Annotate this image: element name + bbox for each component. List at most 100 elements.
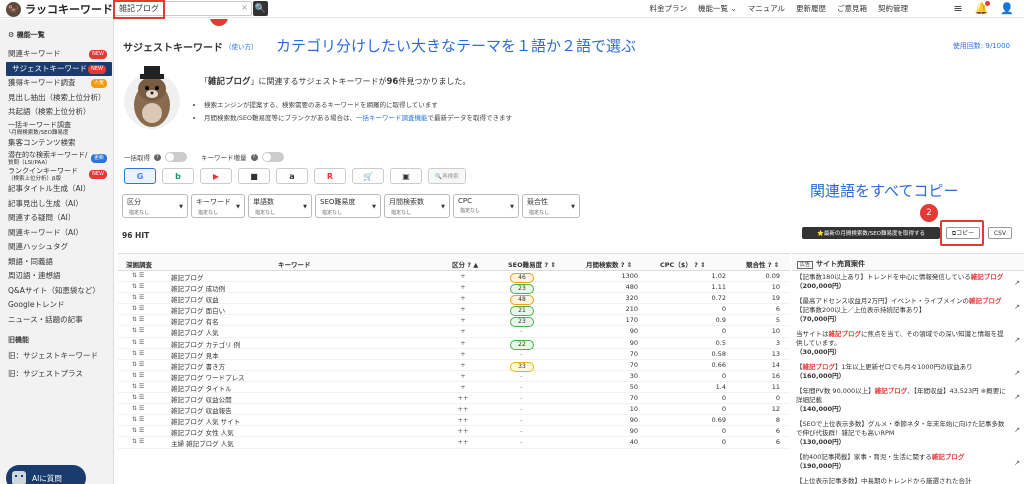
row-keyword[interactable]: 雑記ブログ — [171, 272, 204, 282]
row-keyword[interactable]: 主婦 雑記ブログ 人気 — [171, 438, 234, 448]
row-action-icons[interactable]: ⇅ ☰ — [132, 372, 144, 379]
clear-icon[interactable]: × — [241, 3, 248, 12]
sidebar-item[interactable]: 関連キーワード NEW — [0, 47, 113, 62]
nav-item[interactable]: 更新履歴 — [796, 3, 826, 14]
nav-item[interactable]: マニュアル — [748, 3, 785, 14]
filter-select[interactable]: 月間検索数 指定なし ▼ — [384, 194, 450, 218]
row-keyword[interactable]: 雑記ブログ 収益 — [171, 294, 219, 304]
row-action-icons[interactable]: ⇅ ☰ — [132, 327, 144, 334]
filter-select[interactable]: 競合性 指定なし ▼ — [522, 194, 580, 218]
ad-item[interactable]: 【最高アドセンス収益月2万円】イベント・ライブメインの雑記ブログ【記事数200以… — [796, 297, 1024, 324]
col-seo[interactable]: SEO難易度 ? ⇕ — [508, 259, 556, 269]
row-keyword[interactable]: 雑記ブログ タイトル — [171, 383, 232, 393]
external-link-icon[interactable]: ↗ — [1014, 303, 1020, 312]
row-action-icons[interactable]: ⇅ ☰ — [132, 350, 144, 357]
ad-item[interactable]: 【上位表示記事多数】中長期のトレンドから厳選された合計↗ — [796, 477, 1024, 484]
engine-tab[interactable]: 🛒 — [352, 168, 384, 184]
engine-tab[interactable]: G — [124, 168, 156, 184]
col-keyword[interactable]: キーワード — [278, 259, 311, 269]
row-action-icons[interactable]: ⇅ ☰ — [132, 294, 144, 301]
hamburger-icon[interactable]: ≡ — [953, 2, 962, 15]
ad-item[interactable]: 【記事数180以上あり】トレンドを中心に情報発信している雑記ブログ （200,00… — [796, 273, 1024, 291]
engine-tab[interactable]: ■ — [238, 168, 270, 184]
row-action-icons[interactable]: ⇅ ☰ — [132, 283, 144, 290]
row-keyword[interactable]: 雑記ブログ 人気 — [171, 327, 219, 337]
sidebar-item[interactable]: 獲得キーワード調査 人気 — [0, 76, 113, 91]
sidebar-item[interactable]: 記事見出し生成（AI） — [0, 197, 113, 212]
bell-icon[interactable]: 🔔 — [975, 1, 991, 15]
sidebar-item[interactable]: サジェストキーワード NEW — [6, 61, 112, 76]
external-link-icon[interactable]: ↗ — [1014, 279, 1020, 288]
sidebar-item[interactable]: 周辺語・連想語 — [0, 269, 113, 284]
row-keyword[interactable]: 雑記ブログ 収益報告 — [171, 405, 232, 415]
sidebar-item[interactable]: 集客コンテンツ検索 — [0, 136, 113, 151]
row-keyword[interactable]: 雑記ブログ 面白い — [171, 305, 225, 315]
toggle-increase[interactable] — [261, 152, 284, 162]
sidebar-item[interactable]: 潜在的な検索キーワード/質問（LSI/PAA） 更新 — [0, 150, 113, 166]
sidebar-item[interactable]: ニュース・話題の記事 — [0, 313, 113, 328]
fetch-latest-button[interactable]: ⭐最新の月間検索数/SEO難易度を取得する — [802, 227, 940, 239]
row-action-icons[interactable]: ⇅ ☰ — [132, 427, 144, 434]
nav-item[interactable]: ご意見箱 — [837, 3, 867, 14]
engine-tab[interactable]: a — [276, 168, 308, 184]
external-link-icon[interactable]: ↗ — [1014, 336, 1020, 345]
row-action-icons[interactable]: ⇅ ☰ — [132, 383, 144, 390]
ad-item[interactable]: 【年間PV数 90,000以上】雑記ブログ、【年間収益】43,523円 ※概要に… — [796, 387, 1024, 414]
row-action-icons[interactable]: ⇅ ☰ — [132, 316, 144, 323]
sidebar-item-old[interactable]: 旧：サジェストプラス — [0, 365, 113, 383]
ad-item[interactable]: 【SEOで上位表示多数】グルメ・季節ネタ・年末年始に向けた記事多数で伸び代抜群！… — [796, 420, 1024, 447]
col-cpc[interactable]: CPC（$） ? ⇕ — [660, 259, 706, 269]
row-action-icons[interactable]: ⇅ ☰ — [132, 339, 144, 346]
sidebar-item[interactable]: 見出し抽出（検索上位分析） — [0, 91, 113, 106]
external-link-icon[interactable]: ↗ — [1014, 393, 1020, 402]
csv-button[interactable]: CSV — [988, 227, 1012, 239]
bulk-keyword-link[interactable]: 一括キーワード調査機能 — [356, 114, 428, 122]
sidebar-item-old[interactable]: 旧：サジェストキーワード — [0, 347, 113, 365]
sidebar-item[interactable]: 類語・同義語 — [0, 255, 113, 270]
filter-select[interactable]: 単語数 指定なし ▼ — [248, 194, 312, 218]
row-action-icons[interactable]: ⇅ ☰ — [132, 405, 144, 412]
external-link-icon[interactable]: ↗ — [1014, 369, 1020, 378]
copy-button[interactable]: ⧉コピー — [946, 227, 980, 239]
filter-select[interactable]: CPC 指定なし ▼ — [453, 194, 519, 218]
row-action-icons[interactable]: ⇅ ☰ — [132, 394, 144, 401]
sidebar-item[interactable]: 関連する疑問（AI） — [0, 211, 113, 226]
filter-select[interactable]: SEO難易度 指定なし ▼ — [315, 194, 381, 218]
row-keyword[interactable]: 雑記ブログ カテゴリ 例 — [171, 339, 240, 349]
row-keyword[interactable]: 雑記ブログ ワードプレス — [171, 372, 245, 382]
row-keyword[interactable]: 雑記ブログ 書き方 — [171, 361, 225, 371]
sidebar-item[interactable]: Googleトレンド — [0, 298, 113, 313]
row-keyword[interactable]: 雑記ブログ 成功例 — [171, 283, 225, 293]
help-icon[interactable]: ? — [250, 153, 258, 161]
engine-tab[interactable]: R — [314, 168, 346, 184]
sidebar-item[interactable]: Q&Aサイト（知恵袋など） — [0, 284, 113, 299]
user-icon[interactable]: 👤 — [1000, 2, 1014, 15]
external-link-icon[interactable]: ↗ — [1014, 426, 1020, 435]
help-icon[interactable]: ? — [154, 153, 161, 161]
external-link-icon[interactable]: ↗ — [1014, 459, 1020, 468]
engine-tab[interactable]: ▣ — [390, 168, 422, 184]
row-action-icons[interactable]: ⇅ ☰ — [132, 272, 144, 279]
engine-tab[interactable]: ▶ — [200, 168, 232, 184]
howto-link[interactable]: （使い方） — [225, 41, 258, 51]
ad-item[interactable]: 当サイトは雑記ブログに焦点を当て、その領域での深い知識と情報を提供しています。（… — [796, 330, 1024, 357]
row-action-icons[interactable]: ⇅ ☰ — [132, 361, 144, 368]
row-keyword[interactable]: 雑記ブログ 見本 — [171, 350, 219, 360]
row-keyword[interactable]: 雑記ブログ 収益公開 — [171, 394, 232, 404]
filter-select[interactable]: 区分 指定なし ▼ — [122, 194, 188, 218]
sidebar-item[interactable]: 共起語（検索上位分析） — [0, 105, 113, 120]
row-keyword[interactable]: 雑記ブログ 有名 — [171, 316, 219, 326]
row-action-icons[interactable]: ⇅ ☰ — [132, 416, 144, 423]
col-volume[interactable]: 月間検索数 ? ⇕ — [586, 259, 632, 269]
sidebar-item[interactable]: 関連キーワード（AI） — [0, 226, 113, 241]
sidebar-item[interactable]: 記事タイトル生成（AI） — [0, 182, 113, 197]
nav-item[interactable]: 機能一覧 ⌄ — [698, 3, 737, 14]
row-keyword[interactable]: 雑記ブログ 人気 サイト — [171, 416, 240, 426]
toggle-bulk[interactable] — [165, 152, 187, 162]
ad-item[interactable]: 【雑記ブログ】1年以上更新ゼロでも月々1000円の収益あり （160,000円） ↗ — [796, 363, 1024, 381]
sidebar-item[interactable]: 一括キーワード調査 └月間検索数/SEO難易度 — [0, 120, 113, 136]
search-button[interactable]: 🔍 — [253, 1, 268, 16]
engine-tab[interactable]: b — [162, 168, 194, 184]
sidebar-item[interactable]: ランクインキーワード （検索上位分析）β版 NEW — [0, 166, 113, 182]
ai-question-button[interactable]: AIに質問 — [6, 465, 86, 484]
